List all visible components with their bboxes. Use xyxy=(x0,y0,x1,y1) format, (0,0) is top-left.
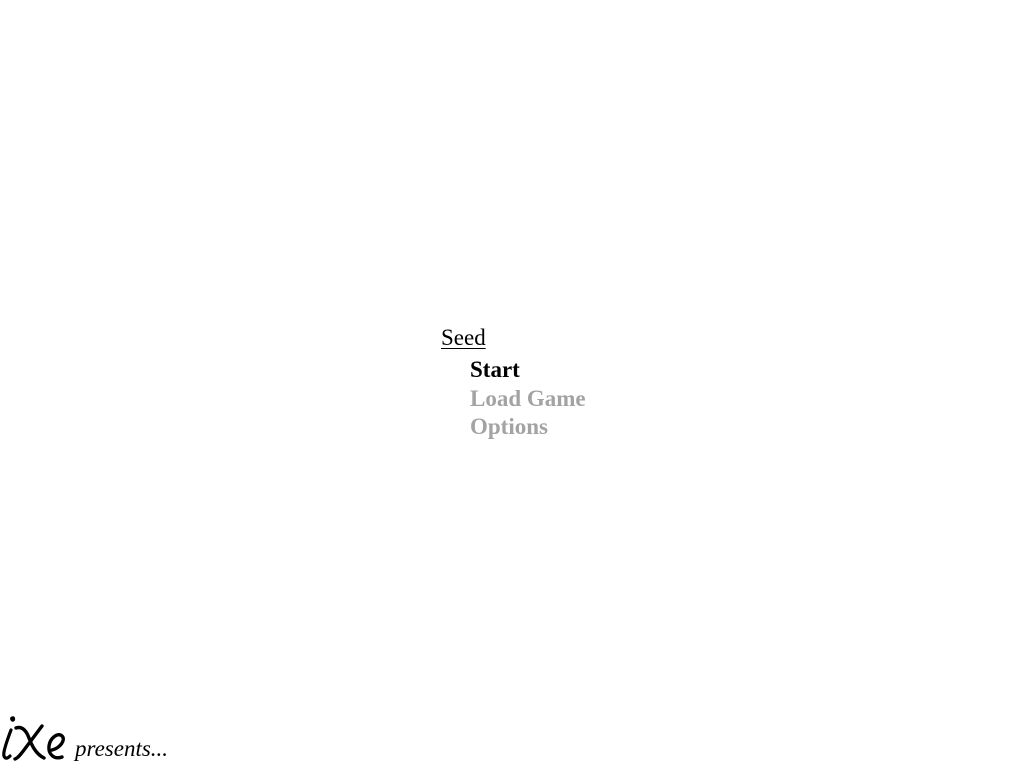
title-screen: Seed Start Load Game Options presents... xyxy=(0,0,1024,768)
game-title: Seed xyxy=(441,325,486,350)
ixe-logo xyxy=(2,716,65,761)
main-menu: Start Load Game Options xyxy=(470,356,586,442)
menu-item-options[interactable]: Options xyxy=(470,413,586,442)
menu-item-load-game[interactable]: Load Game xyxy=(470,385,586,414)
menu-item-start[interactable]: Start xyxy=(470,356,586,385)
presents-caption: presents... xyxy=(75,736,169,761)
